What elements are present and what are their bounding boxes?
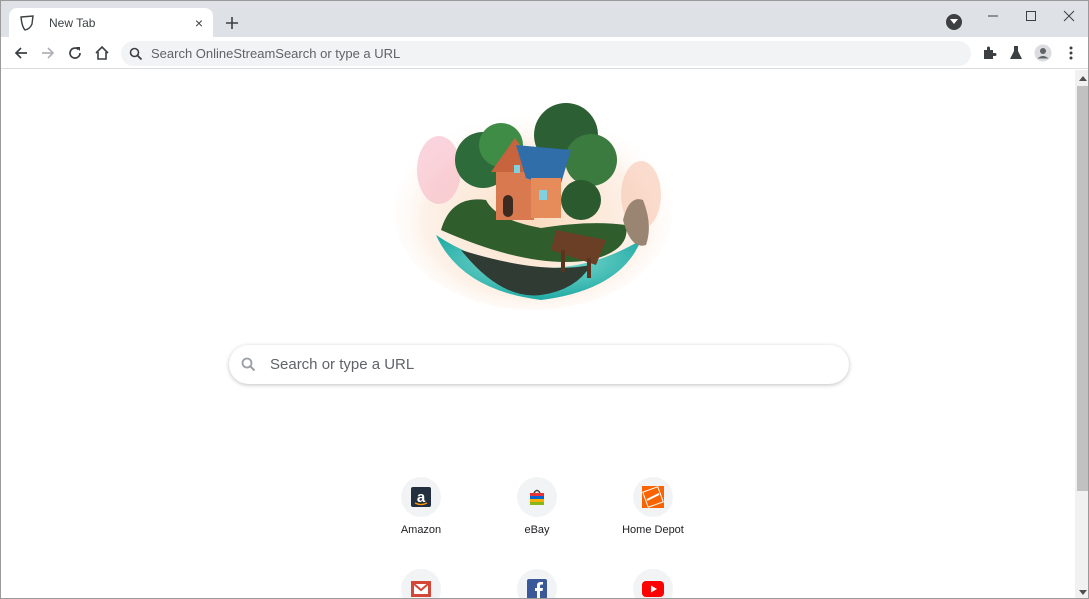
gmail-icon: [401, 569, 441, 598]
reload-button[interactable]: [63, 41, 87, 65]
tab-strip: New Tab ×: [1, 1, 1088, 38]
back-button[interactable]: [9, 41, 33, 65]
page-scrollbar[interactable]: [1075, 70, 1088, 598]
forward-button[interactable]: [36, 41, 60, 65]
address-bar-placeholder: Search OnlineStreamSearch or type a URL: [151, 46, 401, 61]
address-bar[interactable]: Search OnlineStreamSearch or type a URL: [121, 41, 971, 66]
scrollbar-thumb[interactable]: [1077, 86, 1088, 491]
page-content: Search or type a URL a Amazon eBay Home …: [1, 70, 1075, 598]
tile-label: Home Depot: [622, 524, 684, 536]
amazon-icon: a: [401, 477, 441, 517]
page-search-placeholder: Search or type a URL: [270, 356, 415, 373]
close-tab-icon[interactable]: ×: [189, 13, 209, 33]
browser-window: New Tab × Search OnlineStreamSearch or t…: [0, 0, 1089, 599]
page-search-box[interactable]: Search or type a URL: [229, 345, 849, 384]
facebook-icon: [517, 569, 557, 598]
tile-facebook[interactable]: [492, 569, 582, 598]
youtube-icon: [633, 569, 673, 598]
minimize-button[interactable]: [973, 1, 1013, 31]
home-depot-icon: [633, 477, 673, 517]
tab-title: New Tab: [49, 16, 96, 30]
search-icon: [241, 357, 256, 372]
extensions-puzzle-icon[interactable]: [977, 41, 1001, 65]
close-window-button[interactable]: [1049, 1, 1088, 31]
scroll-up-arrow-icon[interactable]: [1078, 73, 1087, 82]
tile-ebay[interactable]: eBay: [492, 477, 582, 536]
menu-kebab-icon[interactable]: [1059, 41, 1083, 65]
floating-island-illustration: [391, 100, 676, 310]
tab-search-icon[interactable]: [946, 14, 962, 30]
tile-label: eBay: [524, 524, 550, 536]
tile-home-depot[interactable]: Home Depot: [608, 477, 698, 536]
profile-avatar-icon[interactable]: [1031, 41, 1055, 65]
lab-flask-icon[interactable]: [1004, 41, 1028, 65]
tab-new-tab[interactable]: New Tab ×: [9, 8, 213, 38]
scroll-down-arrow-icon[interactable]: [1078, 588, 1087, 597]
tile-label: Amazon: [400, 524, 442, 536]
shield-icon: [19, 15, 35, 31]
search-icon: [129, 47, 143, 61]
maximize-button[interactable]: [1011, 1, 1051, 31]
ebay-icon: [517, 477, 557, 517]
new-tab-button[interactable]: [221, 12, 243, 34]
tile-gmail[interactable]: [376, 569, 466, 598]
home-button[interactable]: [90, 41, 114, 65]
browser-toolbar: Search OnlineStreamSearch or type a URL: [1, 37, 1088, 69]
tile-youtube[interactable]: [608, 569, 698, 598]
tile-amazon[interactable]: a Amazon: [376, 477, 466, 536]
